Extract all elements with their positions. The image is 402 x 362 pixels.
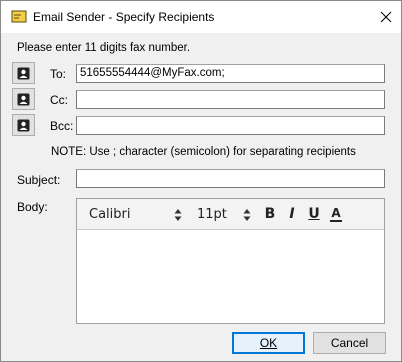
body-text-area[interactable] (77, 230, 384, 323)
cancel-button[interactable]: Cancel (313, 332, 386, 354)
bcc-field[interactable] (76, 116, 385, 135)
italic-button[interactable]: I (283, 205, 301, 223)
formatting-toolbar: Calibri 11pt B I U A (77, 199, 384, 230)
cancel-button-label: Cancel (330, 336, 369, 350)
envelope-icon (11, 10, 27, 24)
bcc-label: Bcc: (50, 119, 74, 133)
to-field[interactable]: 51655554444@MyFax.com; (76, 64, 385, 83)
window-title: Email Sender - Specify Recipients (33, 10, 215, 24)
body-editor: Calibri 11pt B I U A (76, 198, 385, 324)
contact-book-icon (17, 119, 30, 131)
cc-field[interactable] (76, 90, 385, 109)
instructions-text: Please enter 11 digits fax number. (17, 42, 191, 54)
contact-book-icon (17, 67, 30, 79)
to-address-book-button[interactable] (12, 62, 35, 84)
body-label: Body: (17, 200, 48, 214)
font-color-swatch (330, 219, 342, 222)
bcc-address-book-button[interactable] (12, 114, 35, 136)
font-size-spinner-icon[interactable] (243, 208, 251, 222)
separator-note: NOTE: Use ; character (semicolon) for se… (51, 146, 356, 158)
cc-address-book-button[interactable] (12, 88, 35, 110)
email-sender-dialog: Email Sender - Specify Recipients Please… (0, 0, 402, 362)
subject-field[interactable] (76, 169, 385, 188)
font-size-select[interactable]: 11pt (197, 207, 227, 222)
font-color-button[interactable]: A (327, 205, 345, 223)
font-name-spinner-icon[interactable] (174, 208, 182, 222)
font-name-select[interactable]: Calibri (89, 207, 130, 222)
underline-button[interactable]: U (305, 205, 323, 223)
title-bar[interactable]: Email Sender - Specify Recipients (1, 1, 401, 33)
close-icon (380, 11, 392, 23)
font-color-letter: A (331, 205, 341, 220)
close-button[interactable] (373, 5, 399, 29)
cc-label: Cc: (50, 93, 68, 107)
ok-button-label: OK (259, 336, 278, 350)
contact-book-icon (17, 93, 30, 105)
ok-button[interactable]: OK (232, 332, 305, 354)
subject-label: Subject: (17, 173, 61, 187)
bold-button[interactable]: B (261, 205, 279, 223)
to-label: To: (50, 67, 67, 81)
